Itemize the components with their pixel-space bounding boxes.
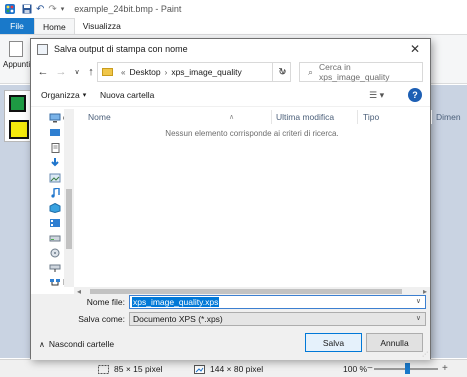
chevron-right-icon[interactable]: ›	[165, 68, 168, 77]
resize-grip-icon[interactable]: ⋰	[422, 351, 428, 358]
paint-window-title: example_24bit.bmp - Paint	[74, 4, 182, 14]
paint-title-bar: ↶ ↷ ▾ example_24bit.bmp - Paint	[0, 0, 467, 18]
music-icon[interactable]	[49, 188, 61, 198]
breadcrumb-desktop[interactable]: Desktop	[129, 67, 160, 77]
selection-icon	[98, 364, 109, 374]
column-header-name[interactable]: Nome	[88, 109, 111, 125]
hide-folders-button[interactable]: ∧ Nascondi cartelle	[39, 339, 114, 349]
address-row: ← → ∨ ↑ « Desktop › xps_image_quality ∨ …	[31, 61, 430, 83]
breadcrumb-overflow-icon[interactable]: «	[121, 68, 125, 77]
this-pc-icon[interactable]	[49, 113, 61, 123]
search-placeholder: Cerca in xps_image_quality	[319, 62, 390, 82]
network-icon[interactable]	[49, 277, 61, 287]
file-list[interactable]: Nome ∧ Ultima modifica Tipo Dimen Nessun…	[74, 109, 461, 287]
dialog-footer: ∧ Nascondi cartelle Salva Annulla ⋰	[31, 327, 430, 360]
command-bar: Organizza ▾ Nuova cartella ☰ ▾ ?	[31, 85, 430, 107]
save-form: Nome file: xps_image_quality.xps ∨ Salva…	[31, 294, 430, 327]
save-type-label: Salva come:	[78, 314, 125, 324]
redo-icon[interactable]: ↷	[48, 4, 56, 15]
search-icon: ⌕	[308, 66, 314, 77]
chevron-down-icon[interactable]: ∨	[416, 297, 421, 305]
selection-size-text: 85 × 15 pixel	[114, 364, 163, 374]
image-size-status: 144 × 80 pixel	[194, 364, 263, 374]
zoom-level: 100 %	[343, 364, 368, 374]
chevron-down-icon: ▾	[82, 92, 87, 99]
save-button[interactable]: Salva	[305, 333, 362, 352]
documents-icon[interactable]	[49, 143, 61, 153]
desktop-icon[interactable]	[49, 128, 61, 138]
column-divider[interactable]	[357, 110, 358, 124]
network-drive-icon[interactable]	[49, 263, 61, 273]
green-square	[9, 95, 26, 112]
dropdown-icon[interactable]: ▾	[61, 5, 65, 13]
column-header-type[interactable]: Tipo	[363, 109, 379, 125]
filename-label: Nome file:	[86, 297, 125, 307]
save-type-select[interactable]: Documento XPS (*.xps) ∨	[129, 312, 426, 326]
forward-arrow-icon[interactable]: →	[53, 64, 69, 80]
navigation-scrollbar[interactable]	[64, 109, 74, 287]
save-icon[interactable]	[22, 4, 32, 14]
refresh-icon[interactable]: ↻	[272, 62, 292, 82]
local-disk-icon[interactable]	[49, 233, 61, 243]
cancel-button[interactable]: Annulla	[366, 333, 423, 352]
back-arrow-icon[interactable]: ←	[35, 64, 51, 80]
clipboard-group-label: Appunti	[3, 60, 31, 69]
chevron-up-icon: ∧	[229, 114, 235, 121]
dialog-title: Salva output di stampa con nome	[54, 44, 188, 54]
objects-3d-icon[interactable]	[49, 203, 61, 213]
help-icon[interactable]: ?	[408, 88, 422, 102]
breadcrumb-current-folder[interactable]: xps_image_quality	[171, 67, 241, 77]
quick-access-toolbar: ↶ ↷ ▾	[22, 4, 64, 15]
dialog-title-bar: Salva output di stampa con nome ✕	[31, 39, 430, 59]
chevron-up-icon: ∧	[39, 339, 45, 349]
downloads-icon[interactable]	[49, 158, 61, 168]
search-input[interactable]: ⌕ Cerca in xps_image_quality	[299, 62, 423, 82]
dialog-app-icon	[37, 43, 48, 55]
drive-icon[interactable]	[49, 248, 61, 258]
column-divider[interactable]	[431, 110, 432, 124]
tab-home[interactable]: Home	[34, 18, 75, 34]
selection-size-status: 85 × 15 pixel	[98, 364, 162, 374]
navigation-scrollbar-thumb[interactable]	[66, 189, 72, 249]
pictures-icon[interactable]	[49, 173, 61, 183]
column-divider[interactable]	[271, 110, 272, 124]
new-folder-button[interactable]: Nuova cartella	[100, 90, 154, 100]
filename-value: xps_image_quality.xps	[132, 297, 220, 307]
organize-button[interactable]: Organizza ▾	[41, 90, 86, 100]
chevron-down-icon[interactable]: ∨	[416, 314, 421, 322]
undo-icon[interactable]: ↶	[36, 4, 44, 15]
save-as-dialog: Salva output di stampa con nome ✕ ← → ∨ …	[30, 38, 461, 360]
paste-button[interactable]	[9, 41, 23, 57]
folder-icon	[102, 68, 113, 76]
empty-list-message: Nessun elemento corrisponde ai criteri d…	[165, 129, 339, 138]
videos-icon[interactable]	[49, 218, 61, 228]
column-header-size[interactable]: Dimen	[436, 109, 461, 125]
paint-status-bar: 85 × 15 pixel 144 × 80 pixel 100 % − +	[0, 359, 467, 377]
image-size-icon	[194, 364, 205, 374]
save-type-value: Documento XPS (*.xps)	[133, 314, 223, 324]
hide-folders-label: Nascondi cartelle	[48, 339, 115, 349]
column-header-modified[interactable]: Ultima modifica	[276, 109, 334, 125]
image-size-text: 144 × 80 pixel	[210, 364, 264, 374]
organize-label: Organizza	[41, 90, 80, 100]
zoom-slider-thumb[interactable]	[405, 363, 410, 374]
view-options-icon[interactable]: ☰ ▾	[369, 90, 384, 101]
zoom-plus-icon[interactable]: +	[442, 363, 448, 374]
zoom-minus-icon[interactable]: −	[367, 363, 373, 374]
filename-field[interactable]: xps_image_quality.xps ∨	[129, 295, 426, 309]
paint-ribbon-tabs: File Home Visualizza	[0, 18, 467, 34]
paint-app-icon	[5, 4, 15, 14]
tab-view[interactable]: Visualizza	[75, 18, 129, 34]
address-bar[interactable]: « Desktop › xps_image_quality ∨	[97, 62, 291, 82]
close-icon[interactable]: ✕	[400, 39, 430, 59]
yellow-square	[9, 120, 29, 139]
tab-file[interactable]: File	[0, 18, 34, 34]
